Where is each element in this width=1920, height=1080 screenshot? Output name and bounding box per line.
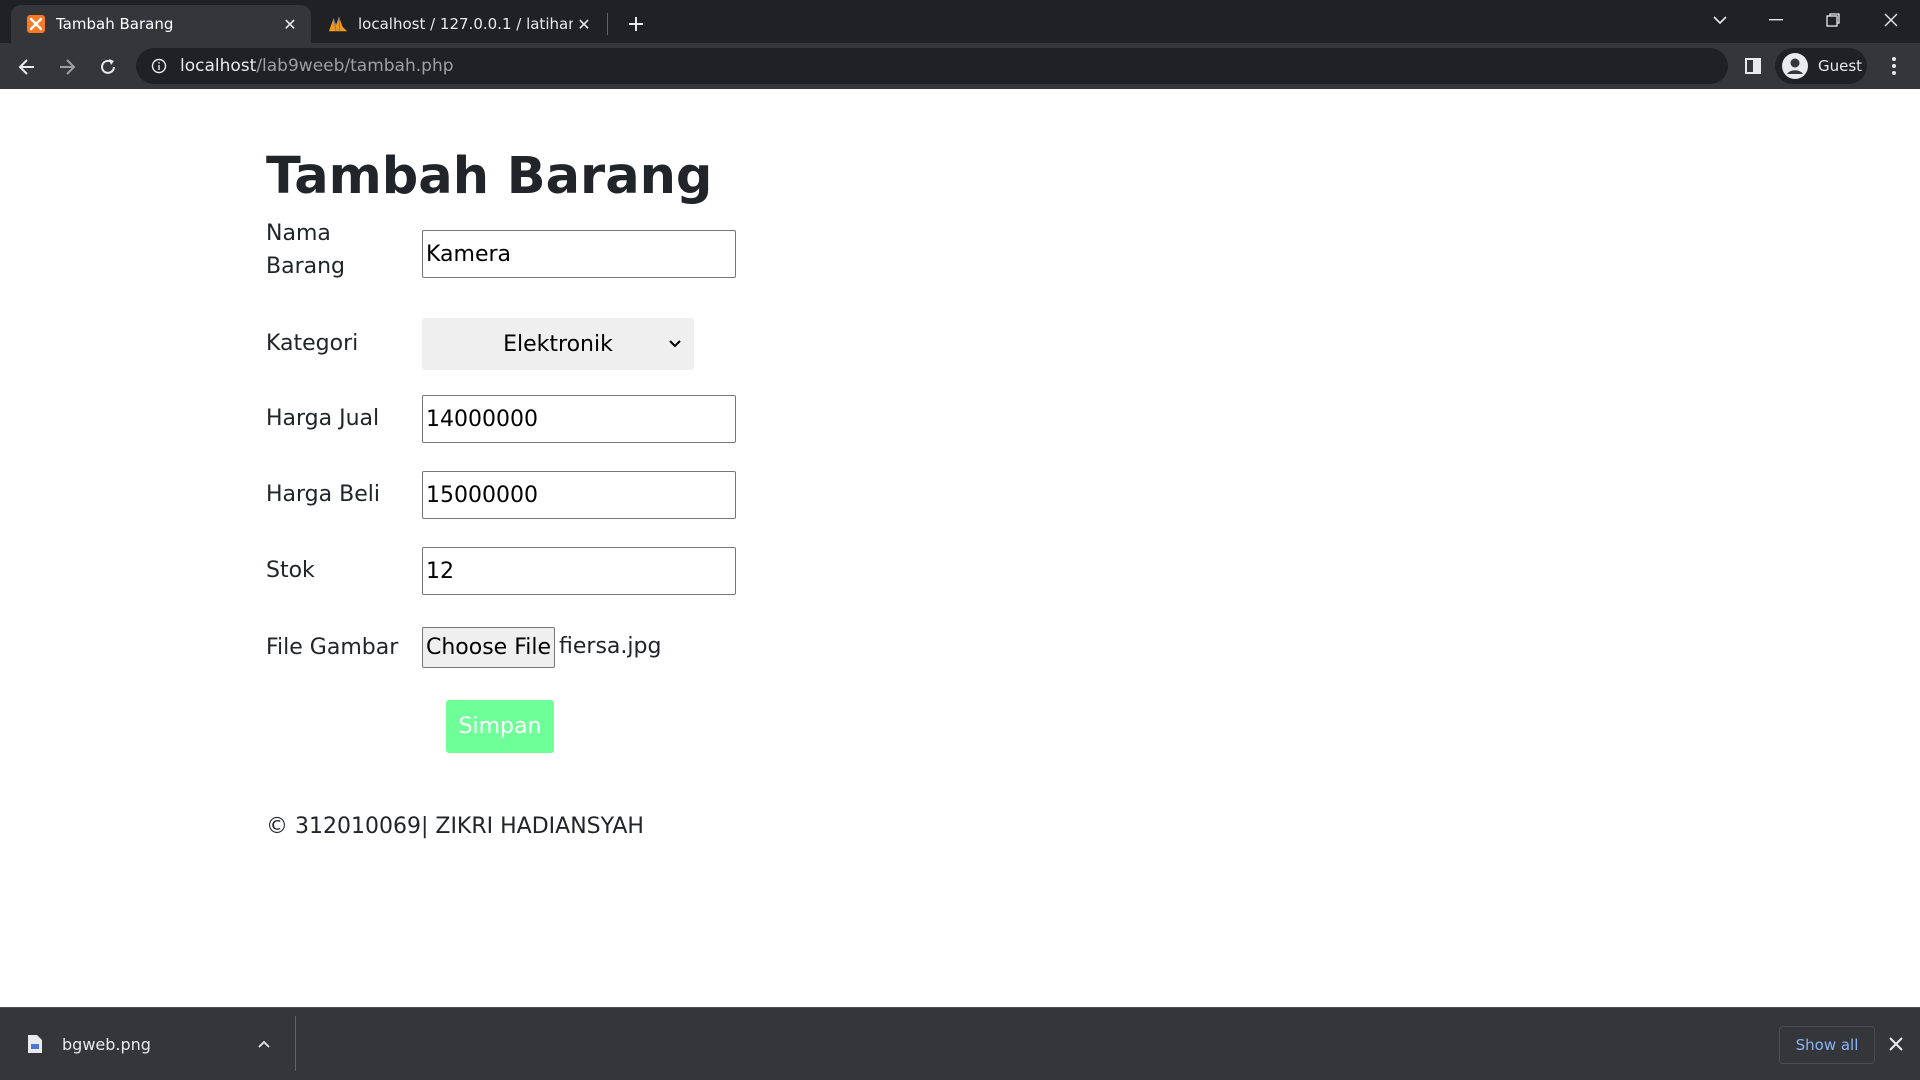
tab-phpmyadmin[interactable]: localhost / 127.0.0.1 / latihan1 / d ✕ bbox=[313, 5, 605, 43]
download-file-name: bgweb.png bbox=[62, 1034, 151, 1054]
nama-label-line1: Nama bbox=[266, 221, 331, 246]
page-title: Tambah Barang bbox=[266, 147, 713, 206]
xampp-icon bbox=[26, 14, 46, 34]
stok-label: Stok bbox=[266, 558, 315, 583]
close-tab-icon[interactable]: ✕ bbox=[573, 13, 595, 35]
tab-title: localhost / 127.0.0.1 / latihan1 / d bbox=[358, 15, 573, 33]
new-tab-plus-icon[interactable] bbox=[621, 9, 651, 39]
url-text: localhost/lab9weeb/tambah.php bbox=[180, 56, 454, 76]
tab-tambah-barang[interactable]: Tambah Barang ✕ bbox=[11, 5, 311, 43]
address-bar[interactable]: localhost/lab9weeb/tambah.php bbox=[136, 48, 1728, 84]
nama-barang-input[interactable]: Kamera bbox=[422, 230, 736, 278]
more-menu-icon[interactable] bbox=[1880, 52, 1908, 80]
close-tab-icon[interactable]: ✕ bbox=[279, 13, 301, 35]
footer-copyright: © 312010069| ZIKRI HADIANSYAH bbox=[266, 814, 644, 839]
harga-jual-label: Harga Jual bbox=[266, 406, 380, 431]
image-file-icon bbox=[28, 1035, 42, 1053]
restore-icon[interactable] bbox=[1805, 0, 1861, 40]
file-gambar-label: File Gambar bbox=[266, 635, 399, 660]
back-arrow-icon[interactable] bbox=[10, 50, 44, 84]
harga-beli-input[interactable]: 15000000 bbox=[422, 471, 736, 519]
download-shelf: bgweb.png Show all bbox=[0, 1007, 1920, 1080]
kategori-select[interactable]: Elektronik bbox=[422, 318, 694, 370]
harga-jual-input[interactable]: 14000000 bbox=[422, 395, 736, 443]
profile-name: Guest bbox=[1818, 57, 1863, 75]
simpan-button[interactable]: Simpan bbox=[446, 700, 554, 753]
nama-label-line2: Barang bbox=[266, 254, 346, 279]
forward-arrow-icon[interactable] bbox=[50, 50, 84, 84]
reload-icon[interactable] bbox=[91, 50, 125, 84]
close-download-bar-icon[interactable] bbox=[1884, 1032, 1908, 1056]
url-path: /lab9weeb/tambah.php bbox=[256, 56, 454, 76]
minimize-icon[interactable] bbox=[1748, 0, 1804, 40]
tab-title: Tambah Barang bbox=[56, 15, 174, 33]
site-info-icon[interactable] bbox=[150, 57, 168, 75]
chevron-up-icon[interactable] bbox=[253, 1033, 275, 1055]
phpmyadmin-icon bbox=[328, 14, 348, 34]
avatar-icon bbox=[1782, 53, 1808, 79]
tab-strip: Tambah Barang ✕ localhost / 127.0.0.1 / … bbox=[0, 0, 1920, 43]
nama-label: Nama Barang bbox=[266, 217, 345, 283]
tab-search-chevron-icon[interactable] bbox=[1692, 0, 1748, 40]
stok-input[interactable]: 12 bbox=[422, 547, 736, 595]
show-all-button[interactable]: Show all bbox=[1779, 1026, 1875, 1064]
browser-toolbar: localhost/lab9weeb/tambah.php Guest bbox=[0, 43, 1920, 89]
selected-file-name: fiersa.jpg bbox=[559, 634, 662, 659]
kategori-selected-value: Elektronik bbox=[503, 331, 613, 357]
profile-button[interactable]: Guest bbox=[1775, 48, 1867, 84]
close-window-icon[interactable] bbox=[1863, 0, 1919, 40]
choose-file-button[interactable]: Choose File bbox=[422, 627, 555, 668]
download-item[interactable]: bgweb.png bbox=[0, 1008, 295, 1080]
tab-divider bbox=[607, 13, 608, 35]
download-divider bbox=[295, 1016, 296, 1071]
page-content: Tambah Barang Nama Barang Kamera Kategor… bbox=[0, 89, 1920, 1007]
chevron-down-icon bbox=[669, 340, 681, 348]
harga-beli-label: Harga Beli bbox=[266, 482, 380, 507]
url-host: localhost bbox=[180, 56, 257, 76]
side-panel-icon[interactable] bbox=[1741, 54, 1765, 78]
kategori-label: Kategori bbox=[266, 331, 359, 356]
